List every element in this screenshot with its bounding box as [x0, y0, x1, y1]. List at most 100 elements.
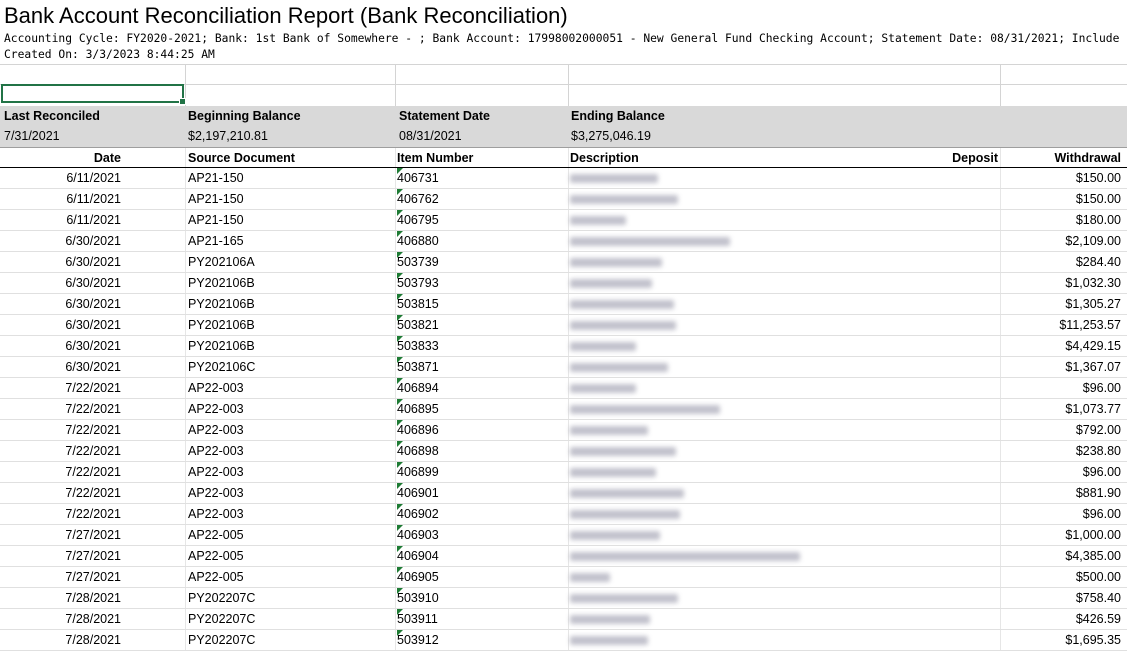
cell-source-document: PY202207C	[188, 633, 256, 647]
table-row[interactable]: 7/27/2021 AP22-005 406905 $500.00	[0, 567, 1127, 588]
redacted-description	[570, 384, 636, 393]
cell-withdrawal: $1,000.00	[1065, 528, 1121, 542]
table-row[interactable]: 7/28/2021 PY202207C 503910 $758.40	[0, 588, 1127, 609]
cell-item-number: 503739	[397, 255, 439, 269]
cell-date: 7/22/2021	[65, 444, 121, 458]
cell-date: 7/28/2021	[65, 612, 121, 626]
cell-source-document: AP21-150	[188, 192, 244, 206]
cell-date: 6/30/2021	[65, 297, 121, 311]
redacted-description	[570, 405, 720, 414]
cell-date: 6/30/2021	[65, 318, 121, 332]
header-source-document: Source Document	[188, 151, 295, 165]
cell-date: 7/27/2021	[65, 528, 121, 542]
cell-item-number: 503911	[397, 612, 438, 626]
table-row[interactable]: 6/30/2021 PY202106A 503739 $284.40	[0, 252, 1127, 273]
cell-withdrawal: $96.00	[1082, 381, 1121, 395]
report-criteria: Accounting Cycle: FY2020-2021; Bank: 1st…	[4, 32, 1127, 45]
table-row[interactable]: 6/30/2021 AP21-165 406880 $2,109.00	[0, 231, 1127, 252]
cell-source-document: AP21-150	[188, 171, 244, 185]
cell-item-number: 503821	[397, 318, 439, 332]
report-title: Bank Account Reconciliation Report (Bank…	[4, 3, 568, 28]
cell-item-number: 503871	[397, 360, 439, 374]
cell-item-number: 406901	[397, 486, 439, 500]
table-row[interactable]: 6/30/2021 PY202106B 503793 $1,032.30	[0, 273, 1127, 294]
cell-withdrawal: $426.59	[1075, 612, 1121, 626]
cell-source-document: AP22-005	[188, 570, 244, 584]
table-row[interactable]: 7/22/2021 AP22-003 406895 $1,073.77	[0, 399, 1127, 420]
cell-source-document: AP22-003	[188, 402, 244, 416]
cell-date: 7/22/2021	[65, 423, 121, 437]
table-row[interactable]: 6/11/2021 AP21-150 406731 $150.00	[0, 168, 1127, 189]
cell-item-number: 406899	[397, 465, 439, 479]
grid-line	[395, 64, 396, 106]
cell-date: 7/22/2021	[65, 381, 121, 395]
table-row[interactable]: 7/22/2021 AP22-003 406894 $96.00	[0, 378, 1127, 399]
cell-date: 7/28/2021	[65, 591, 121, 605]
table-row[interactable]: 7/22/2021 AP22-003 406902 $96.00	[0, 504, 1127, 525]
cell-date: 7/28/2021	[65, 633, 121, 647]
table-row[interactable]: 6/11/2021 AP21-150 406762 $150.00	[0, 189, 1127, 210]
cell-withdrawal: $180.00	[1075, 213, 1121, 227]
table-row[interactable]: 7/22/2021 AP22-003 406898 $238.80	[0, 441, 1127, 462]
cell-date: 7/27/2021	[65, 570, 121, 584]
cell-source-document: AP22-005	[188, 528, 244, 542]
cell-source-document: PY202106B	[188, 297, 255, 311]
redacted-description	[570, 489, 684, 498]
cell-source-document: PY202106C	[188, 360, 256, 374]
table-row[interactable]: 6/30/2021 PY202106C 503871 $1,367.07	[0, 357, 1127, 378]
cell-date: 7/22/2021	[65, 486, 121, 500]
redacted-description	[570, 615, 650, 624]
redacted-description	[570, 510, 680, 519]
redacted-description	[570, 195, 678, 204]
cell-item-number: 406896	[397, 423, 439, 437]
cell-item-number: 503793	[397, 276, 439, 290]
redacted-description	[570, 300, 674, 309]
cell-withdrawal: $150.00	[1075, 192, 1121, 206]
cell-withdrawal: $1,305.27	[1065, 297, 1121, 311]
cell-source-document: PY202106B	[188, 276, 255, 290]
cell-withdrawal: $1,032.30	[1065, 276, 1121, 290]
header-deposit: Deposit	[952, 151, 998, 165]
redacted-description	[570, 468, 656, 477]
table-row[interactable]: 7/27/2021 AP22-005 406903 $1,000.00	[0, 525, 1127, 546]
cell-item-number: 406880	[397, 234, 439, 248]
cell-date: 6/11/2021	[66, 171, 121, 185]
redacted-description	[570, 594, 678, 603]
table-row[interactable]: 7/27/2021 AP22-005 406904 $4,385.00	[0, 546, 1127, 567]
cell-date: 6/11/2021	[66, 213, 121, 227]
cell-date: 6/30/2021	[65, 339, 121, 353]
table-row[interactable]: 6/30/2021 PY202106B 503821 $11,253.57	[0, 315, 1127, 336]
redacted-description	[570, 447, 676, 456]
summary-header-last-reconciled: Last Reconciled	[4, 109, 100, 123]
table-row[interactable]: 6/11/2021 AP21-150 406795 $180.00	[0, 210, 1127, 231]
redacted-description	[570, 426, 648, 435]
cell-withdrawal: $11,253.57	[1059, 318, 1121, 332]
cell-withdrawal: $792.00	[1075, 423, 1121, 437]
redacted-description	[570, 321, 676, 330]
redacted-description	[570, 636, 648, 645]
cell-source-document: PY202207C	[188, 612, 256, 626]
table-row[interactable]: 7/28/2021 PY202207C 503911 $426.59	[0, 609, 1127, 630]
table-row[interactable]: 7/22/2021 AP22-003 406896 $792.00	[0, 420, 1127, 441]
cell-date: 7/22/2021	[65, 465, 121, 479]
cell-date: 7/27/2021	[65, 549, 121, 563]
selected-cell[interactable]	[1, 84, 186, 105]
cell-withdrawal: $96.00	[1082, 465, 1121, 479]
table-row[interactable]: 6/30/2021 PY202106B 503833 $4,429.15	[0, 336, 1127, 357]
cell-source-document: AP22-003	[188, 507, 244, 521]
header-withdrawal: Withdrawal	[1054, 151, 1121, 165]
table-row[interactable]: 6/30/2021 PY202106B 503815 $1,305.27	[0, 294, 1127, 315]
cell-date: 7/22/2021	[65, 507, 121, 521]
report-created-on: Created On: 3/3/2023 8:44:25 AM	[4, 48, 215, 61]
table-row[interactable]: 7/22/2021 AP22-003 406899 $96.00	[0, 462, 1127, 483]
summary-value-last-reconciled: 7/31/2021	[4, 129, 60, 143]
summary-value-ending-balance: $3,275,046.19	[571, 129, 651, 143]
cell-withdrawal: $881.90	[1075, 486, 1121, 500]
table-row[interactable]: 7/28/2021 PY202207C 503912 $1,695.35	[0, 630, 1127, 651]
table-row[interactable]: 7/22/2021 AP22-003 406901 $881.90	[0, 483, 1127, 504]
cell-item-number: 406902	[397, 507, 439, 521]
grid-line	[0, 64, 1127, 65]
summary-header-ending-balance: Ending Balance	[571, 109, 665, 123]
cell-source-document: AP22-005	[188, 549, 244, 563]
cell-item-number: 503912	[397, 633, 439, 647]
